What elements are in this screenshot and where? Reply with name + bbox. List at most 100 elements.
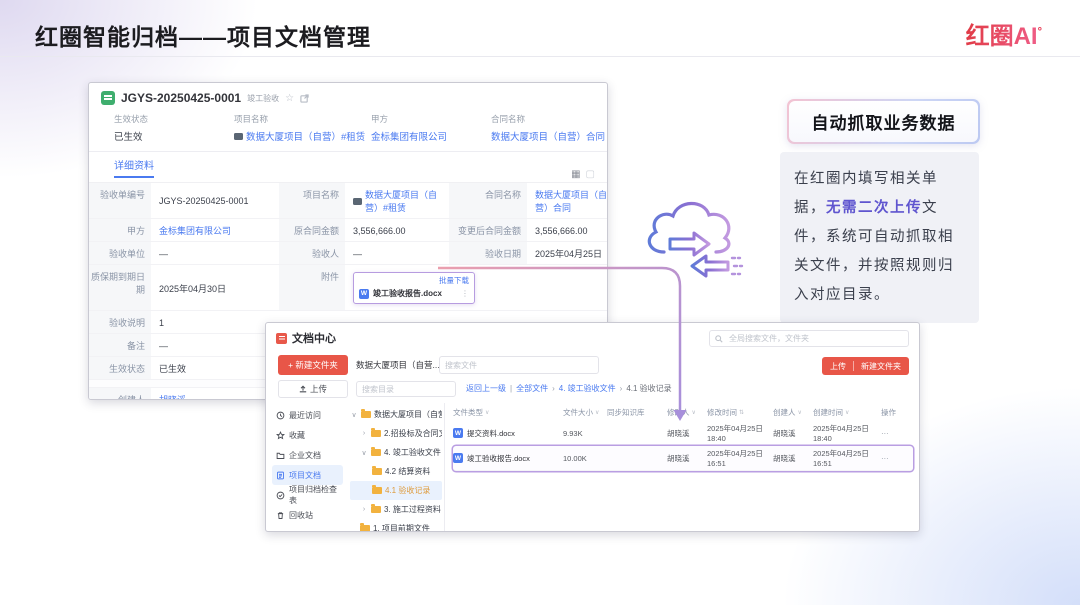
breadcrumb-current: 4.1 验收记录 — [626, 384, 672, 393]
callout-highlight: 无需二次上传 — [826, 200, 922, 216]
field-project: 项目名称 数据大厦项目（自营）#租赁 — [234, 113, 371, 143]
col-modifier[interactable]: 修改人 — [667, 407, 690, 418]
sidebar-item-corp-docs[interactable]: 企业文档 — [272, 445, 343, 465]
docx-file-icon: W — [359, 288, 369, 299]
folder-icon — [372, 485, 382, 494]
col-sync: 同步知识库 — [607, 407, 645, 417]
grid-contract-link[interactable]: 数据大厦项目（自营）合同 — [527, 183, 607, 218]
caret-icon[interactable]: ∨ — [692, 409, 696, 416]
col-ops: 操作 — [881, 407, 896, 417]
file-table-header: 文件类型 ∨ 文件大小 ∨ 同步知识库 修改人 ∨ 修改时间 ⇅ 创建人 ∨ 创建时间 ∨ … — [453, 403, 913, 421]
global-search[interactable] — [709, 330, 909, 347]
checklist-icon — [276, 491, 285, 499]
search-directory-input[interactable] — [356, 381, 456, 397]
grid-label: 合同名称 — [449, 183, 527, 218]
upload-icon — [299, 385, 307, 393]
grid-label: 验收说明 — [89, 311, 151, 333]
sidebar-item-recent[interactable]: 最近访问 — [272, 405, 343, 425]
grid-value: — — [159, 248, 168, 259]
caret-icon[interactable]: ∨ — [798, 409, 802, 416]
search-file-input[interactable] — [439, 356, 599, 374]
caret-icon[interactable]: ∨ — [845, 409, 849, 416]
brand-logo: 红圈AI° — [966, 16, 1042, 51]
chevron-right-icon[interactable]: › — [360, 506, 368, 513]
grid-label: 验收日期 — [449, 242, 527, 264]
project-link[interactable]: 数据大厦项目（自营）#租赁 — [234, 129, 371, 143]
breadcrumb: 返回上一级 | 全部文件 › 4. 竣工验收文件 › 4.1 验收记录 — [466, 383, 672, 394]
document-icon — [277, 471, 284, 479]
more-actions-icon[interactable]: ⋮ — [461, 289, 469, 298]
sidebar-item-favorites[interactable]: 收藏 — [272, 425, 343, 445]
file-row-highlighted[interactable]: W 竣工验收报告.docx 10.00K 胡晓溪 2025年04月25日 16:5… — [453, 446, 913, 471]
tree-item-construction[interactable]: › 3. 施工过程资料 — [350, 500, 442, 519]
callout-title-card: 自动抓取业务数据 — [787, 99, 980, 144]
tree-item-root[interactable]: ∨数据大厦项目（自营... — [350, 405, 442, 424]
top-upload-button[interactable]: 上传 — [830, 361, 846, 372]
sidebar-item-recycle-bin[interactable]: 回收站 — [272, 505, 343, 525]
col-modified[interactable]: 修改时间 — [707, 407, 737, 418]
field-contract: 合同名称 数据大厦项目（自营）合同 — [491, 113, 607, 143]
doc-center-title: 文档中心 — [292, 333, 336, 345]
sort-icon[interactable]: ⇅ — [739, 409, 744, 416]
file-row[interactable]: W 提交资料.docx 9.93K 胡晓溪 2025年04月25日 18:40 胡… — [453, 421, 913, 446]
chevron-down-icon[interactable]: ∨ — [350, 411, 358, 419]
list-view-icon[interactable]: ▢ — [586, 169, 595, 180]
sidebar-item-archive-checklist[interactable]: 项目归档检查表 — [272, 485, 343, 505]
sidebar-item-project-docs[interactable]: 项目文档 — [272, 465, 343, 485]
chevron-down-icon[interactable]: ∨ — [360, 449, 368, 457]
row-actions-icon[interactable]: ⋯ — [881, 429, 897, 438]
breadcrumb-level1[interactable]: 4. 竣工验收文件 — [559, 383, 616, 394]
breadcrumb-all-files[interactable]: 全部文件 — [516, 383, 548, 394]
star-icon[interactable]: ☆ — [285, 93, 294, 104]
chevron-right-icon[interactable]: › — [360, 430, 368, 437]
brand-logo-text: 红圈AI — [965, 23, 1038, 50]
col-type[interactable]: 文件类型 — [453, 407, 483, 418]
grid-label: 验收单位 — [89, 242, 151, 264]
attachment-file-name[interactable]: 竣工验收报告.docx — [373, 288, 442, 299]
tree-item-completion[interactable]: ∨ 4. 竣工验收文件 — [350, 443, 442, 462]
field-label: 项目名称 — [234, 114, 269, 124]
external-link-icon[interactable] — [300, 93, 309, 103]
row-actions-icon[interactable]: ⋯ — [881, 454, 897, 463]
tree-item-acceptance-records[interactable]: 4.1 验收记录 — [350, 481, 442, 500]
top-new-folder-button[interactable]: 新建文件夹 — [861, 361, 901, 372]
contract-link[interactable]: 数据大厦项目（自营）合同 — [491, 129, 607, 143]
grid-view-icon[interactable]: ▦ — [571, 169, 580, 180]
file-name[interactable]: 竣工验收报告.docx — [467, 453, 530, 464]
header-divider — [0, 56, 1080, 57]
page-title: 红圈智能归档——项目文档管理 — [35, 24, 371, 50]
tab-detail-info[interactable]: 详细资料 — [114, 157, 154, 178]
upload-button[interactable]: 上传 — [278, 380, 348, 398]
breadcrumb-back[interactable]: 返回上一级 — [466, 383, 506, 394]
col-size[interactable]: 文件大小 — [563, 407, 593, 418]
doc-center-window: 文档中心 + 新建文件夹 上传 数据大厦项目（自营... + 上传 新建文件夹 … — [265, 322, 920, 532]
caret-icon[interactable]: ∨ — [595, 409, 599, 416]
doc-type-tag: 竣工验收 — [247, 93, 280, 103]
callout-body: 在红圈内填写相关单据，无需二次上传文件，系统可自动抓取相关文件，并按照规则归入对… — [780, 152, 979, 323]
tree-item-early-stage[interactable]: 1. 项目前期文件 — [350, 519, 442, 531]
col-created[interactable]: 创建时间 — [813, 407, 843, 418]
global-search-input[interactable] — [727, 333, 903, 344]
grid-label: 备注 — [89, 334, 151, 356]
folder-icon — [371, 447, 381, 456]
grid-party-link[interactable]: 金标集团有限公司 — [151, 219, 279, 241]
tree-item-settlement[interactable]: 4.2 结算资料 — [350, 462, 442, 481]
field-label: 甲方 — [371, 114, 389, 124]
tree-item-bidding[interactable]: ›2.招投标及合同文件 — [350, 424, 442, 443]
search-icon — [715, 334, 723, 343]
col-creator[interactable]: 创建人 — [773, 407, 796, 418]
party-link[interactable]: 金标集团有限公司 — [371, 129, 491, 143]
field-label: 生效状态 — [114, 114, 149, 124]
folder-icon — [371, 504, 381, 513]
grid-label: 生效状态 — [89, 357, 151, 379]
callout-title: 自动抓取业务数据 — [789, 101, 978, 142]
caret-icon[interactable]: ∨ — [485, 409, 489, 416]
new-folder-button[interactable]: + 新建文件夹 — [278, 355, 348, 375]
folder-tree: ∨数据大厦项目（自营... ›2.招投标及合同文件 ∨4. 竣工验收文件 4.2… — [346, 403, 442, 531]
detail-header: JGYS-20250425-0001 竣工验收 ☆ — [89, 83, 607, 109]
file-name[interactable]: 提交资料.docx — [467, 428, 515, 439]
batch-download-link[interactable]: 批量下载 — [359, 275, 469, 286]
grid-label: 项目名称 — [279, 183, 345, 218]
folder-icon — [361, 409, 371, 418]
grid-project-link[interactable]: 数据大厦项目（自营）#租赁 — [345, 183, 449, 218]
